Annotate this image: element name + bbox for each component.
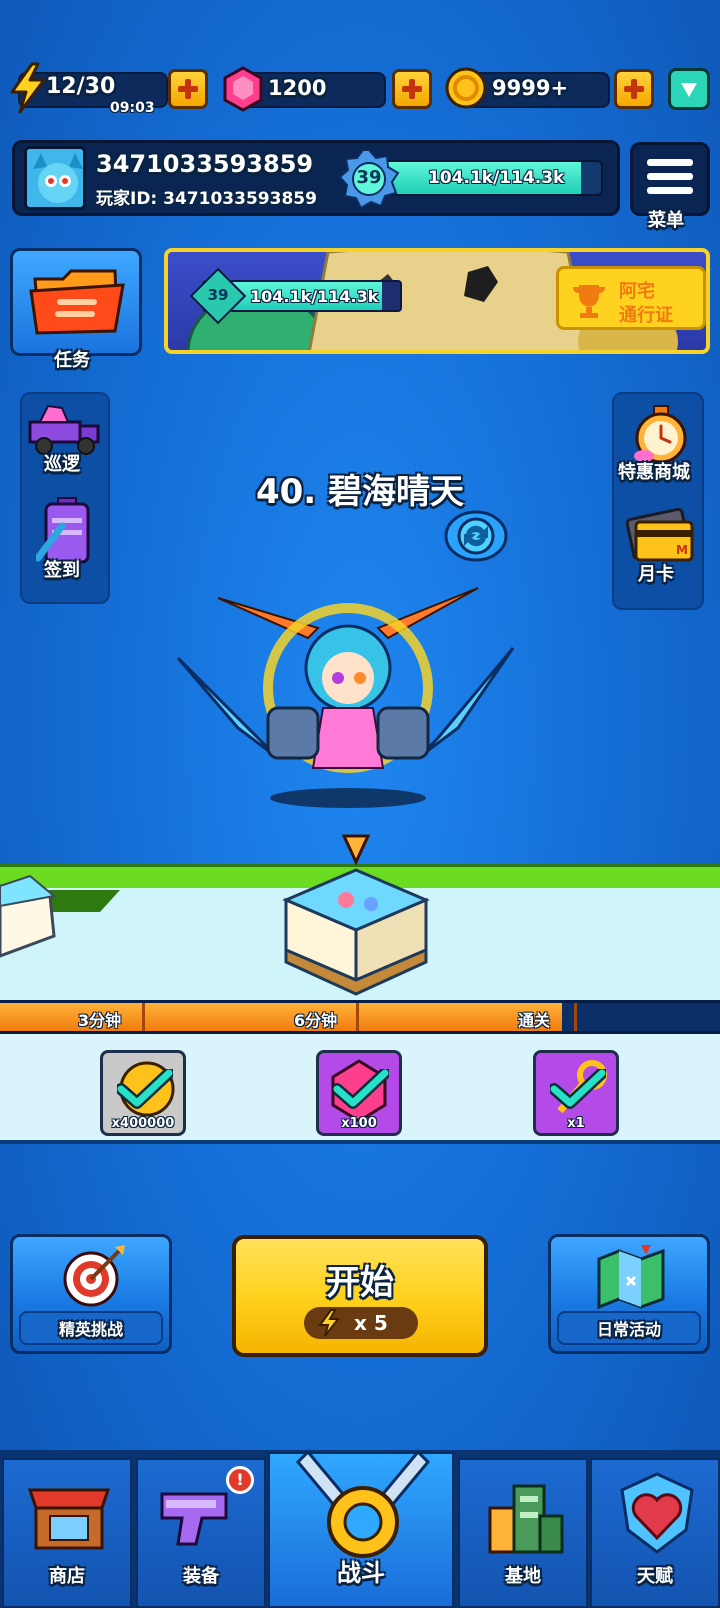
milestone-label-2: 6分钟 <box>294 1011 338 1030</box>
equipment-alert-badge: ! <box>226 1466 254 1494</box>
nav-battle-label: 战斗 <box>337 1559 385 1587</box>
add-coins-button[interactable] <box>614 69 654 109</box>
checkmark-icon <box>117 1069 173 1109</box>
pass-label-line1: 阿宅 <box>619 281 655 302</box>
switch-stage-button[interactable] <box>444 510 508 562</box>
reward-qty-gems: x100 <box>341 1116 377 1131</box>
shield-badge-button[interactable] <box>668 68 710 110</box>
current-stage-island[interactable] <box>276 830 436 1000</box>
nav-tab-battle[interactable]: 战斗 <box>268 1449 454 1608</box>
banner-level: 39 <box>207 286 229 304</box>
elite-challenge-label: 精英挑战 <box>19 1311 163 1345</box>
daily-event-button[interactable]: 日常活动 <box>548 1234 710 1354</box>
monthly-card-label: 月卡 <box>638 564 674 585</box>
svg-text:M: M <box>676 543 688 557</box>
stage-title: 40. 碧海晴天 <box>255 472 465 512</box>
heart-shield-icon <box>620 1472 694 1554</box>
tasks-button[interactable] <box>10 248 142 356</box>
avatar[interactable] <box>24 146 86 210</box>
reward-card-coins[interactable]: x400000 <box>100 1050 186 1136</box>
coin-count: 9999+ <box>492 76 569 100</box>
hero-character <box>176 587 515 808</box>
nav-shop-label: 商店 <box>49 1566 85 1587</box>
shop-icon <box>27 1488 111 1550</box>
lightning-icon <box>10 62 46 114</box>
milestone-divider-3 <box>574 1003 577 1031</box>
nav-equipment-label: 装备 <box>183 1566 219 1587</box>
reward-card-key[interactable]: x1 <box>533 1050 619 1136</box>
xp-text: 104.1k/114.3k <box>428 168 565 188</box>
elite-challenge-button[interactable]: 精英挑战 <box>10 1234 172 1354</box>
building-icon <box>488 1484 564 1554</box>
reward-card-gems[interactable]: x100 <box>316 1050 402 1136</box>
menu-button[interactable] <box>630 142 710 216</box>
map-icon <box>597 1245 665 1310</box>
checkmark-icon <box>333 1069 389 1109</box>
coin-icon <box>445 67 487 109</box>
milestone-label-3: 通关 <box>518 1011 551 1030</box>
level-number: 39 <box>356 167 382 188</box>
stopwatch-icon[interactable] <box>630 404 692 466</box>
nav-talent-label: 天赋 <box>637 1566 673 1587</box>
refresh-icon <box>444 510 508 562</box>
milestone-divider-1 <box>142 1003 145 1031</box>
daily-event-label: 日常活动 <box>557 1311 701 1345</box>
nav-base-label: 基地 <box>505 1566 541 1587</box>
milestone-label-1: 3分钟 <box>78 1011 122 1030</box>
gem-count: 1200 <box>268 76 327 100</box>
gem-icon <box>223 66 263 112</box>
milestone-divider-2 <box>356 1003 359 1031</box>
add-gems-button[interactable] <box>392 69 432 109</box>
reward-qty-coins: x400000 <box>111 1116 175 1131</box>
menu-label: 菜单 <box>648 210 684 231</box>
target-icon <box>63 1245 125 1307</box>
monthly-card-icon[interactable]: M <box>626 508 696 566</box>
reward-qty-key: x1 <box>567 1116 585 1131</box>
shield-icon <box>681 83 697 97</box>
nav-tab-talent[interactable]: 天赋 <box>590 1458 720 1608</box>
start-button[interactable]: 开始 x 5 <box>232 1235 488 1357</box>
checkmark-icon <box>550 1069 606 1109</box>
season-banner[interactable]: 39 104.1k/114.3k 阿宅 通行证 <box>164 248 710 354</box>
tasks-label: 任务 <box>54 350 90 371</box>
nav-tab-base[interactable]: 基地 <box>458 1458 588 1608</box>
energy-timer: 09:03 <box>110 100 155 116</box>
start-label: 开始 <box>326 1263 394 1303</box>
checkin-label: 签到 <box>44 560 80 581</box>
banner-xp-text: 104.1k/114.3k <box>250 287 379 306</box>
pass-label-line2: 通行证 <box>619 305 673 326</box>
reward-strip: x400000 x100 x1 <box>0 1034 720 1144</box>
energy-count: 12/30 <box>46 74 116 99</box>
player-id: 玩家ID: 3471033593859 <box>96 189 317 209</box>
pass-ticket[interactable]: 阿宅 通行证 <box>556 266 706 330</box>
level-badge: 39 <box>338 148 400 210</box>
milestone-progress-bar: 3分钟 6分钟 通关 <box>0 1000 720 1034</box>
side-island <box>0 874 57 958</box>
player-name: 3471033593859 <box>96 150 314 178</box>
lightning-icon <box>318 1309 340 1337</box>
add-energy-button[interactable] <box>168 69 208 109</box>
start-cost: x 5 <box>354 1311 388 1335</box>
nav-tab-shop[interactable]: 商店 <box>2 1458 132 1608</box>
folder-icon <box>29 269 125 335</box>
hamburger-icon <box>647 159 693 194</box>
trophy-icon <box>573 285 605 318</box>
nav-tab-equipment[interactable]: ! 装备 <box>136 1458 266 1608</box>
